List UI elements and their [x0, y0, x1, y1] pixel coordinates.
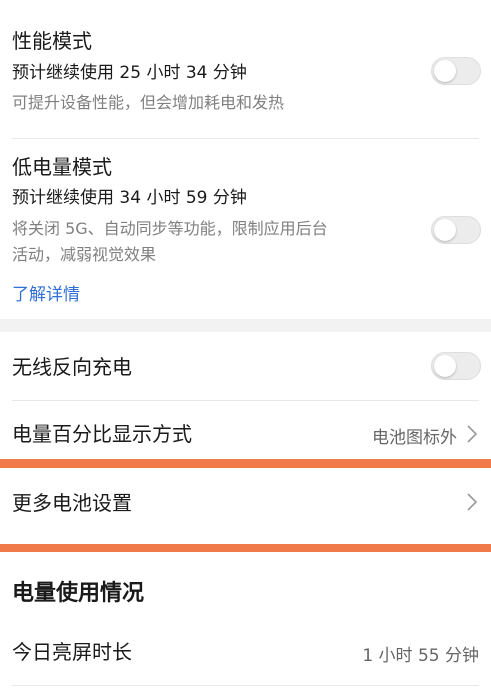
toggle-knob: [434, 219, 456, 241]
low-power-mode-description-line2: 活动，减弱视觉效果: [12, 245, 157, 264]
screen-on-time-row[interactable]: 今日亮屏时长 1 小时 55 分钟: [0, 625, 491, 681]
low-power-mode-description-line1: 将关闭 5G、自动同步等功能，限制应用后台: [12, 219, 328, 238]
battery-percentage-row[interactable]: 电量百分比显示方式 电池图标外: [0, 401, 491, 459]
low-power-mode-toggle[interactable]: [431, 216, 481, 244]
learn-more-link[interactable]: 了解详情: [12, 283, 80, 307]
highlight-band: [0, 544, 491, 552]
screen-on-time-label: 今日亮屏时长: [12, 640, 132, 664]
battery-settings-page: 性能模式 预计继续使用 25 小时 34 分钟 可提升设备性能，但会增加耗电和发…: [0, 0, 491, 697]
performance-mode-title: 性能模式: [12, 29, 92, 53]
more-battery-settings-title: 更多电池设置: [12, 491, 132, 515]
wireless-reverse-charging-toggle[interactable]: [431, 352, 481, 380]
low-power-mode-estimate: 预计继续使用 34 小时 59 分钟: [12, 188, 247, 208]
performance-mode-toggle[interactable]: [431, 57, 481, 85]
performance-mode-row[interactable]: 性能模式 预计继续使用 25 小时 34 分钟 可提升设备性能，但会增加耗电和发…: [0, 0, 491, 138]
usage-section-title: 电量使用情况: [12, 581, 145, 606]
chevron-right-icon: [467, 425, 478, 443]
divider: [12, 685, 479, 686]
toggle-knob: [434, 60, 456, 82]
wireless-reverse-charging-row[interactable]: 无线反向充电: [0, 332, 491, 400]
more-battery-settings-row[interactable]: 更多电池设置: [0, 468, 491, 544]
battery-percentage-title: 电量百分比显示方式: [12, 422, 192, 446]
low-power-mode-title: 低电量模式: [12, 155, 112, 179]
section-separator: [0, 319, 491, 332]
wireless-reverse-charging-title: 无线反向充电: [12, 355, 132, 379]
toggle-knob: [434, 355, 456, 377]
screen-on-time-value: 1 小时 55 分钟: [362, 646, 479, 666]
low-power-mode-row[interactable]: 低电量模式 预计继续使用 34 小时 59 分钟 将关闭 5G、自动同步等功能，…: [0, 139, 491, 319]
performance-mode-description: 可提升设备性能，但会增加耗电和发热: [12, 93, 285, 112]
performance-mode-estimate: 预计继续使用 25 小时 34 分钟: [12, 63, 247, 83]
battery-percentage-value: 电池图标外: [372, 428, 457, 448]
chevron-right-icon: [467, 493, 478, 511]
highlight-band: [0, 459, 491, 468]
